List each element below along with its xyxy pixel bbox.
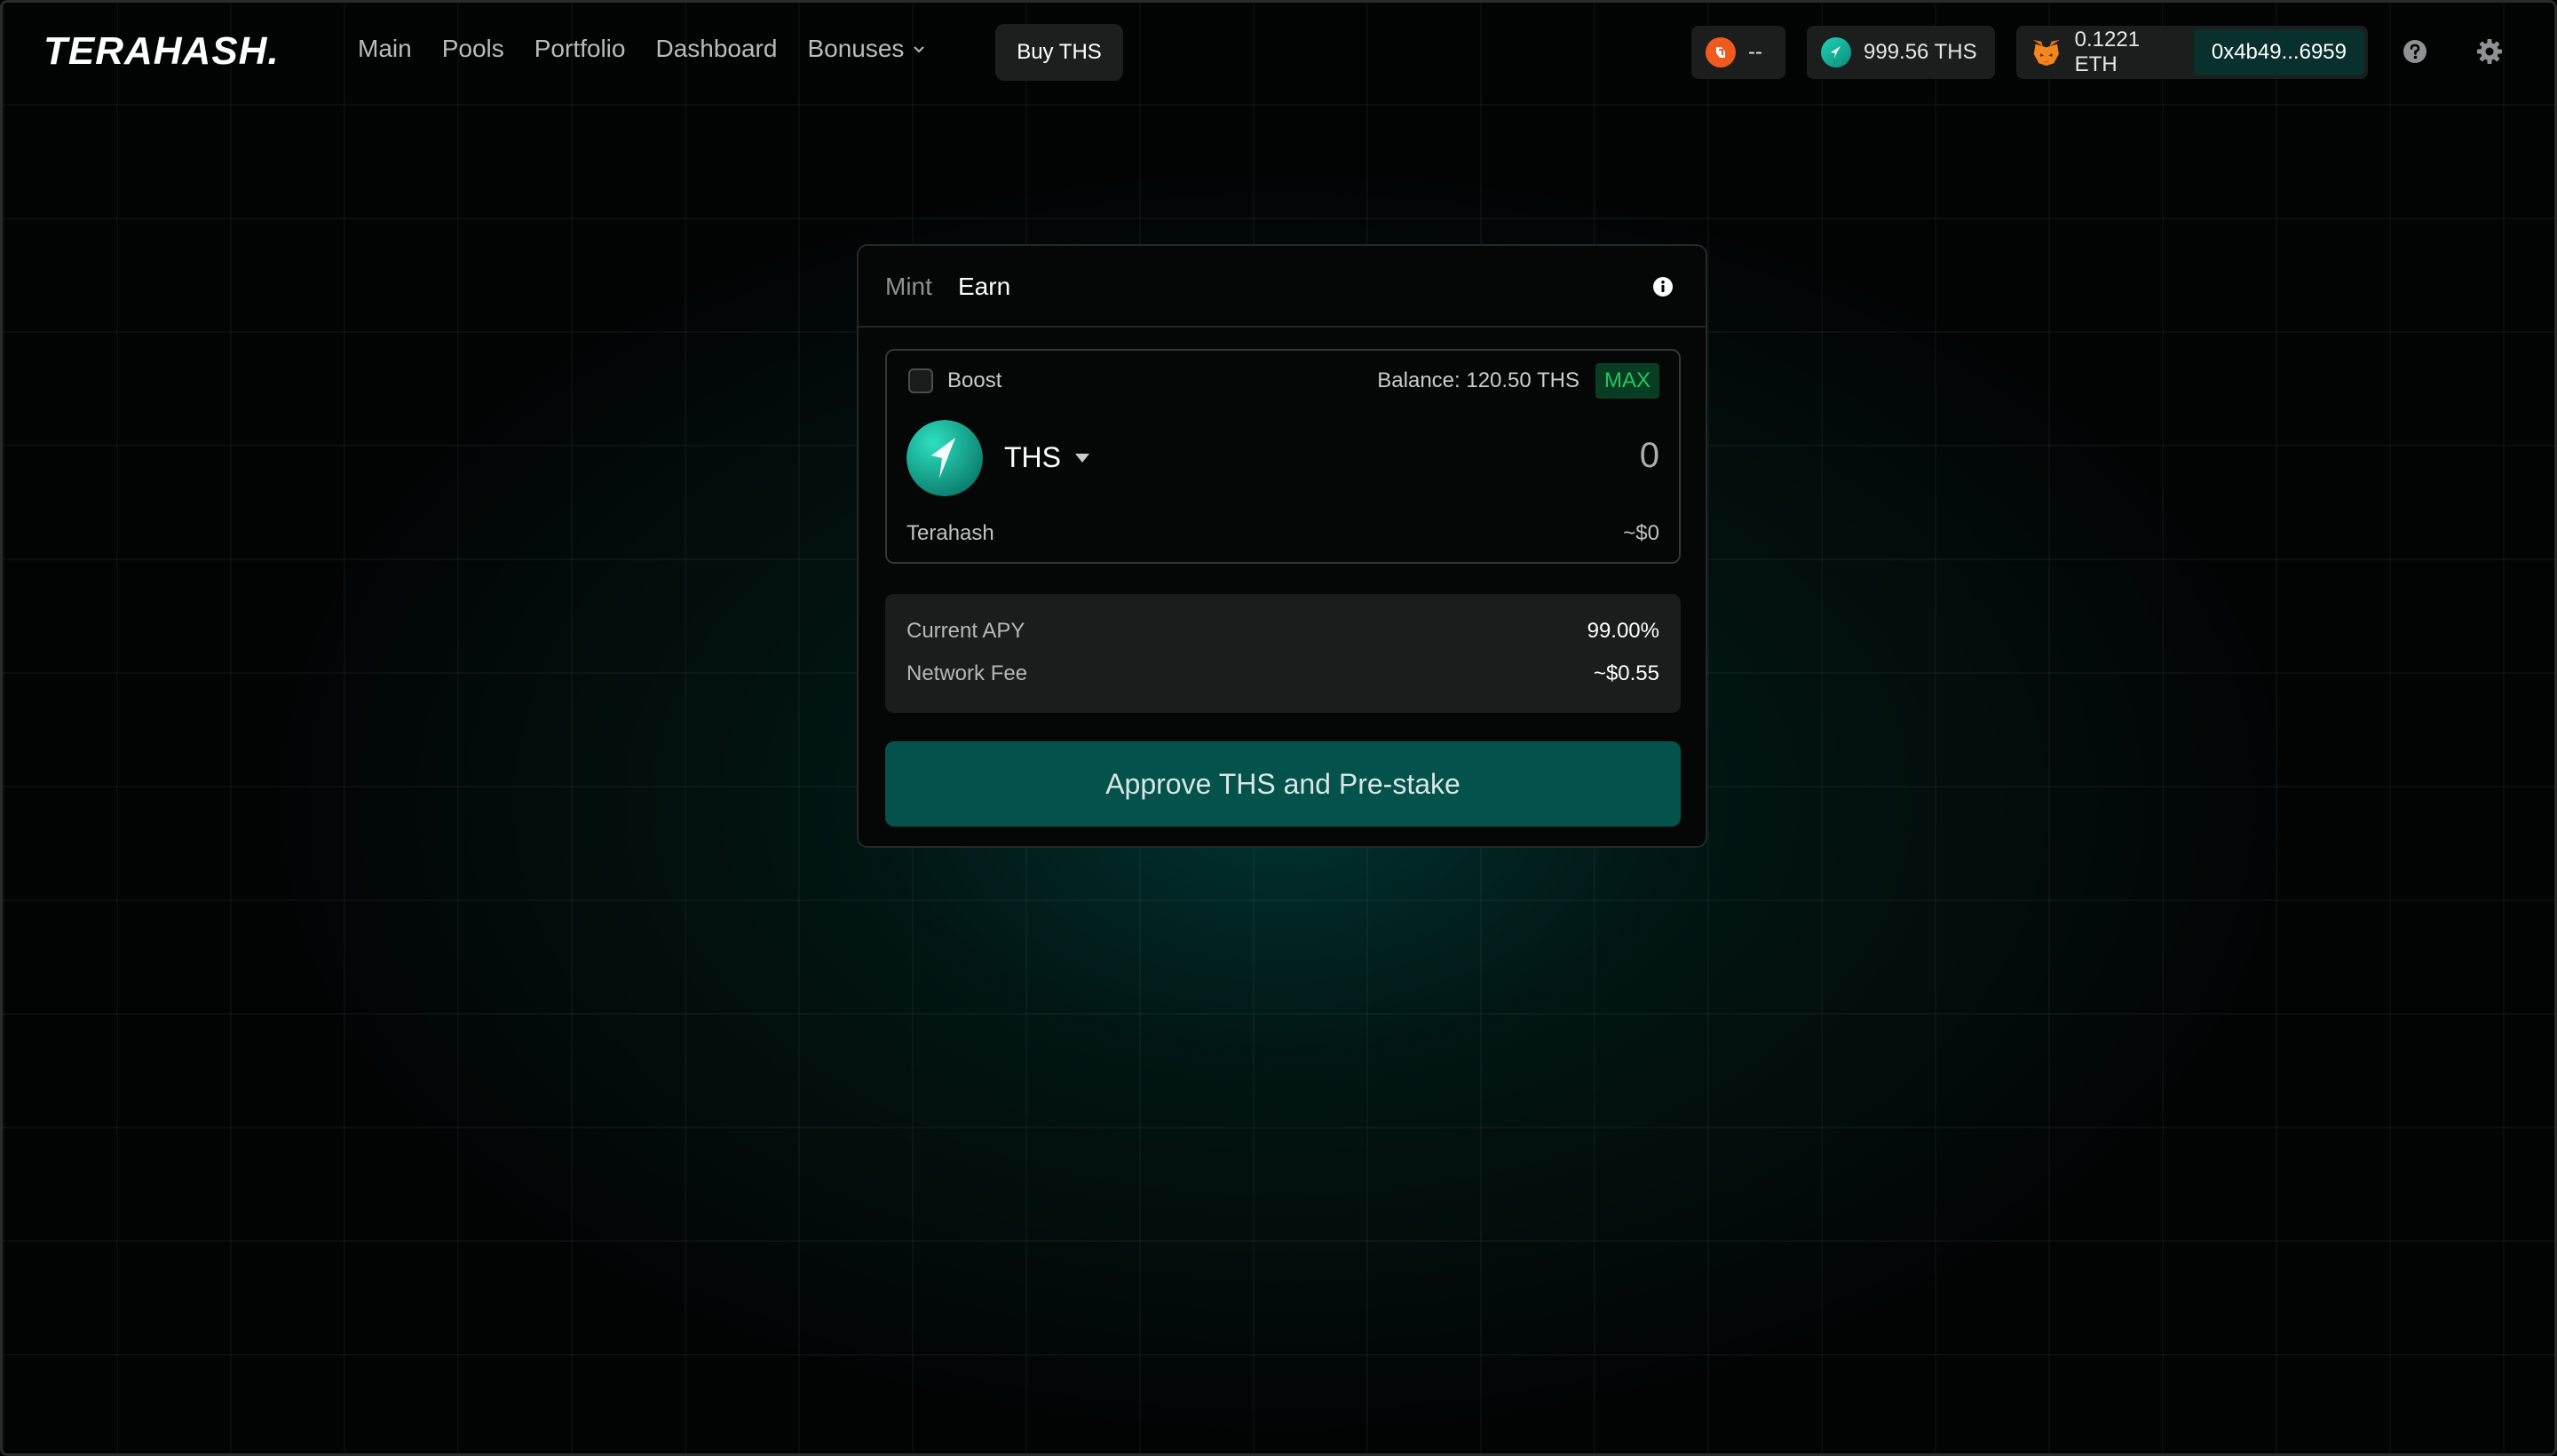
tab-earn[interactable]: Earn [958, 273, 1010, 301]
usd-value: ~$0 [1623, 521, 1659, 545]
card-tabs: Mint Earn [859, 246, 1706, 328]
nav-dashboard[interactable]: Dashboard [655, 35, 777, 63]
points-token-icon [1706, 37, 1736, 67]
top-header: TERAHASH. Main Pools Portfolio Dashboard… [3, 3, 2554, 102]
nav-bonuses[interactable]: Bonuses [807, 35, 927, 63]
help-icon[interactable] [2400, 36, 2430, 67]
wallet-address[interactable]: 0x4b49...6959 [2193, 29, 2364, 75]
points-value: -- [1748, 40, 1762, 64]
terahash-logo[interactable]: TERAHASH. [44, 29, 280, 74]
main-nav: Main Pools Portfolio Dashboard Bonuses [358, 35, 927, 63]
boost-label[interactable]: Boost [947, 368, 1001, 393]
apy-label: Current APY [906, 619, 1025, 643]
caret-down-icon[interactable] [1073, 452, 1091, 464]
stake-info-box: Current APY 99.00% Network Fee ~$0.55 [885, 594, 1681, 713]
ths-balance-pill[interactable]: 999.56 THS [1807, 26, 1995, 79]
wallet-pill[interactable]: 0.1221 ETH 0x4b49...6959 [2016, 26, 2368, 79]
amount-input[interactable]: 0 [1640, 436, 1659, 476]
ths-token-logo-icon[interactable] [906, 420, 983, 496]
apy-value: 99.00% [1587, 619, 1659, 643]
boost-checkbox[interactable] [908, 368, 933, 393]
token-symbol[interactable]: THS [1004, 441, 1061, 474]
ths-balance: 999.56 THS [1864, 40, 1977, 64]
nav-pools[interactable]: Pools [442, 35, 504, 63]
nav-main[interactable]: Main [358, 35, 412, 63]
nav-bonuses-label: Bonuses [807, 35, 905, 62]
nav-portfolio[interactable]: Portfolio [534, 35, 626, 63]
token-input-box: Boost Balance: 120.50 THS MAX THS 0 Tera… [885, 349, 1681, 564]
token-name: Terahash [906, 521, 994, 545]
ths-token-icon [1821, 37, 1851, 67]
buy-ths-button[interactable]: Buy THS [995, 24, 1123, 81]
tab-mint[interactable]: Mint [885, 273, 932, 301]
fee-label: Network Fee [906, 661, 1028, 685]
chevron-down-icon [914, 46, 925, 53]
eth-balance: 0.1221 ETH [2074, 28, 2141, 76]
fee-value: ~$0.55 [1593, 661, 1659, 685]
approve-prestake-button[interactable]: Approve THS and Pre-stake [885, 741, 1681, 827]
earn-card: Mint Earn Boost Balance: 120.50 THS MAX [857, 244, 1707, 848]
balance-text: Balance: 120.50 THS [1377, 368, 1579, 392]
points-pill[interactable]: -- [1691, 26, 1785, 79]
metamask-fox-icon [2032, 39, 2060, 67]
app-window: TERAHASH. Main Pools Portfolio Dashboard… [0, 0, 2557, 1456]
max-button[interactable]: MAX [1595, 363, 1659, 399]
settings-gear-icon[interactable] [2474, 36, 2505, 67]
info-icon[interactable] [1652, 276, 1674, 297]
